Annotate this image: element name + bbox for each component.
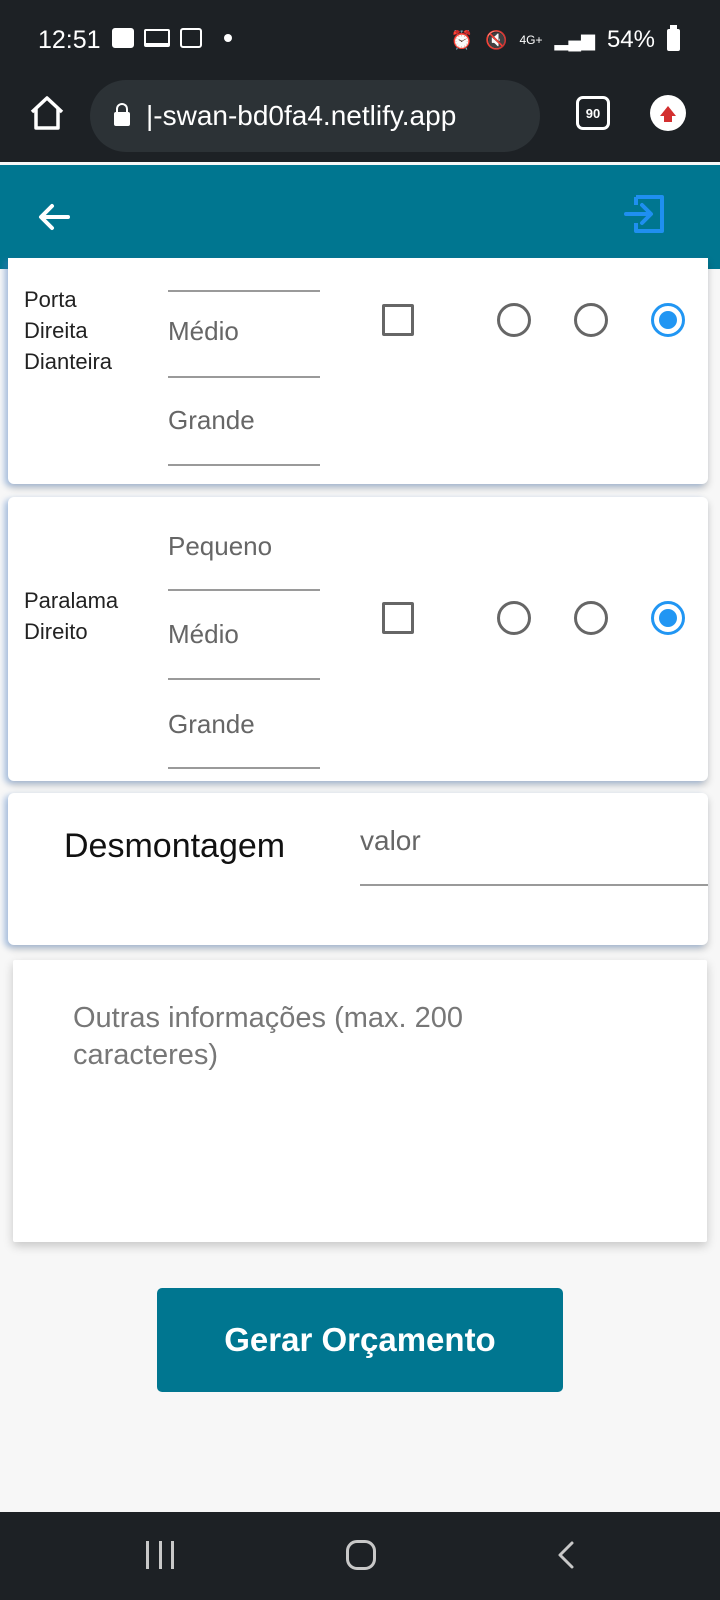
battery-icon — [667, 25, 680, 51]
recent-apps-icon[interactable] — [146, 1541, 174, 1569]
more-notifications-icon — [224, 34, 232, 42]
clock-notification-icon — [180, 28, 202, 48]
status-time: 12:51 — [38, 26, 101, 54]
size-option-grande[interactable]: Grande — [168, 405, 320, 436]
url-bar[interactable]: |-swan-bd0fa4.netlify.app — [90, 80, 540, 152]
size-option-pequeno[interactable]: Pequeno — [168, 531, 320, 562]
size-divider — [168, 589, 320, 591]
notification-icons — [112, 28, 232, 48]
home-icon[interactable] — [26, 92, 68, 134]
signal-icon: ▂▄▆ — [554, 30, 595, 50]
part-label: Paralama Direito — [24, 588, 119, 644]
battery-percent: 54% — [606, 26, 655, 53]
part-checkbox[interactable] — [382, 304, 414, 336]
logout-icon[interactable] — [622, 191, 668, 237]
part-card-paralama-direito: Paralama Direito Pequeno Médio Grande — [8, 497, 708, 781]
laptop-notification-icon — [144, 29, 170, 47]
part-checkbox[interactable] — [382, 602, 414, 634]
update-icon[interactable] — [650, 95, 686, 131]
size-option-medio[interactable]: Médio — [168, 619, 320, 650]
mute-icon: 🔇 — [485, 30, 508, 50]
network-type: 4G+ — [519, 33, 543, 47]
home-nav-icon[interactable] — [346, 1540, 376, 1570]
part-card-porta-direita-dianteira: Porta Direita Dianteira Médio Grande — [8, 258, 708, 484]
alarm-icon: ⏰ — [450, 30, 474, 50]
app-bar — [0, 165, 720, 269]
valor-underline — [360, 884, 708, 886]
other-info-textarea[interactable]: Outras informações (max. 200 caracteres) — [13, 960, 707, 1242]
browser-toolbar: |-swan-bd0fa4.netlify.app 90 — [0, 80, 720, 162]
size-option-medio[interactable]: Médio — [168, 316, 320, 347]
part-label: Porta Direita Dianteira — [24, 287, 113, 374]
other-info-placeholder: Outras informações (max. 200 caracteres) — [73, 1002, 464, 1071]
size-divider — [168, 290, 320, 292]
lock-icon — [114, 103, 130, 126]
size-divider — [168, 767, 320, 769]
url-text: |-swan-bd0fa4.netlify.app — [146, 100, 457, 131]
radio-option-1[interactable] — [497, 303, 531, 337]
gallery-notification-icon — [112, 28, 134, 48]
radio-option-2[interactable] — [574, 601, 608, 635]
radio-option-1[interactable] — [497, 601, 531, 635]
status-bar: 12:51 ⏰ 🔇 4G+ ▂▄▆ 54% — [0, 0, 720, 80]
size-option-grande[interactable]: Grande — [168, 709, 320, 740]
radio-option-3[interactable] — [651, 601, 685, 635]
desmontagem-label: Desmontagem — [64, 827, 286, 865]
status-indicators: ⏰ 🔇 4G+ ▂▄▆ 54% — [450, 25, 680, 54]
desmontagem-card: Desmontagem valor — [8, 793, 708, 945]
system-nav-bar — [0, 1512, 720, 1600]
radio-option-2[interactable] — [574, 303, 608, 337]
tab-switcher-button[interactable]: 90 — [576, 96, 610, 130]
size-divider — [168, 678, 320, 680]
generate-quote-button[interactable]: Gerar Orçamento — [157, 1288, 563, 1392]
valor-input[interactable]: valor — [360, 825, 421, 857]
size-divider — [168, 464, 320, 466]
radio-option-3[interactable] — [651, 303, 685, 337]
size-divider — [168, 376, 320, 378]
back-arrow-icon[interactable] — [34, 197, 74, 237]
back-nav-icon[interactable] — [552, 1540, 582, 1570]
